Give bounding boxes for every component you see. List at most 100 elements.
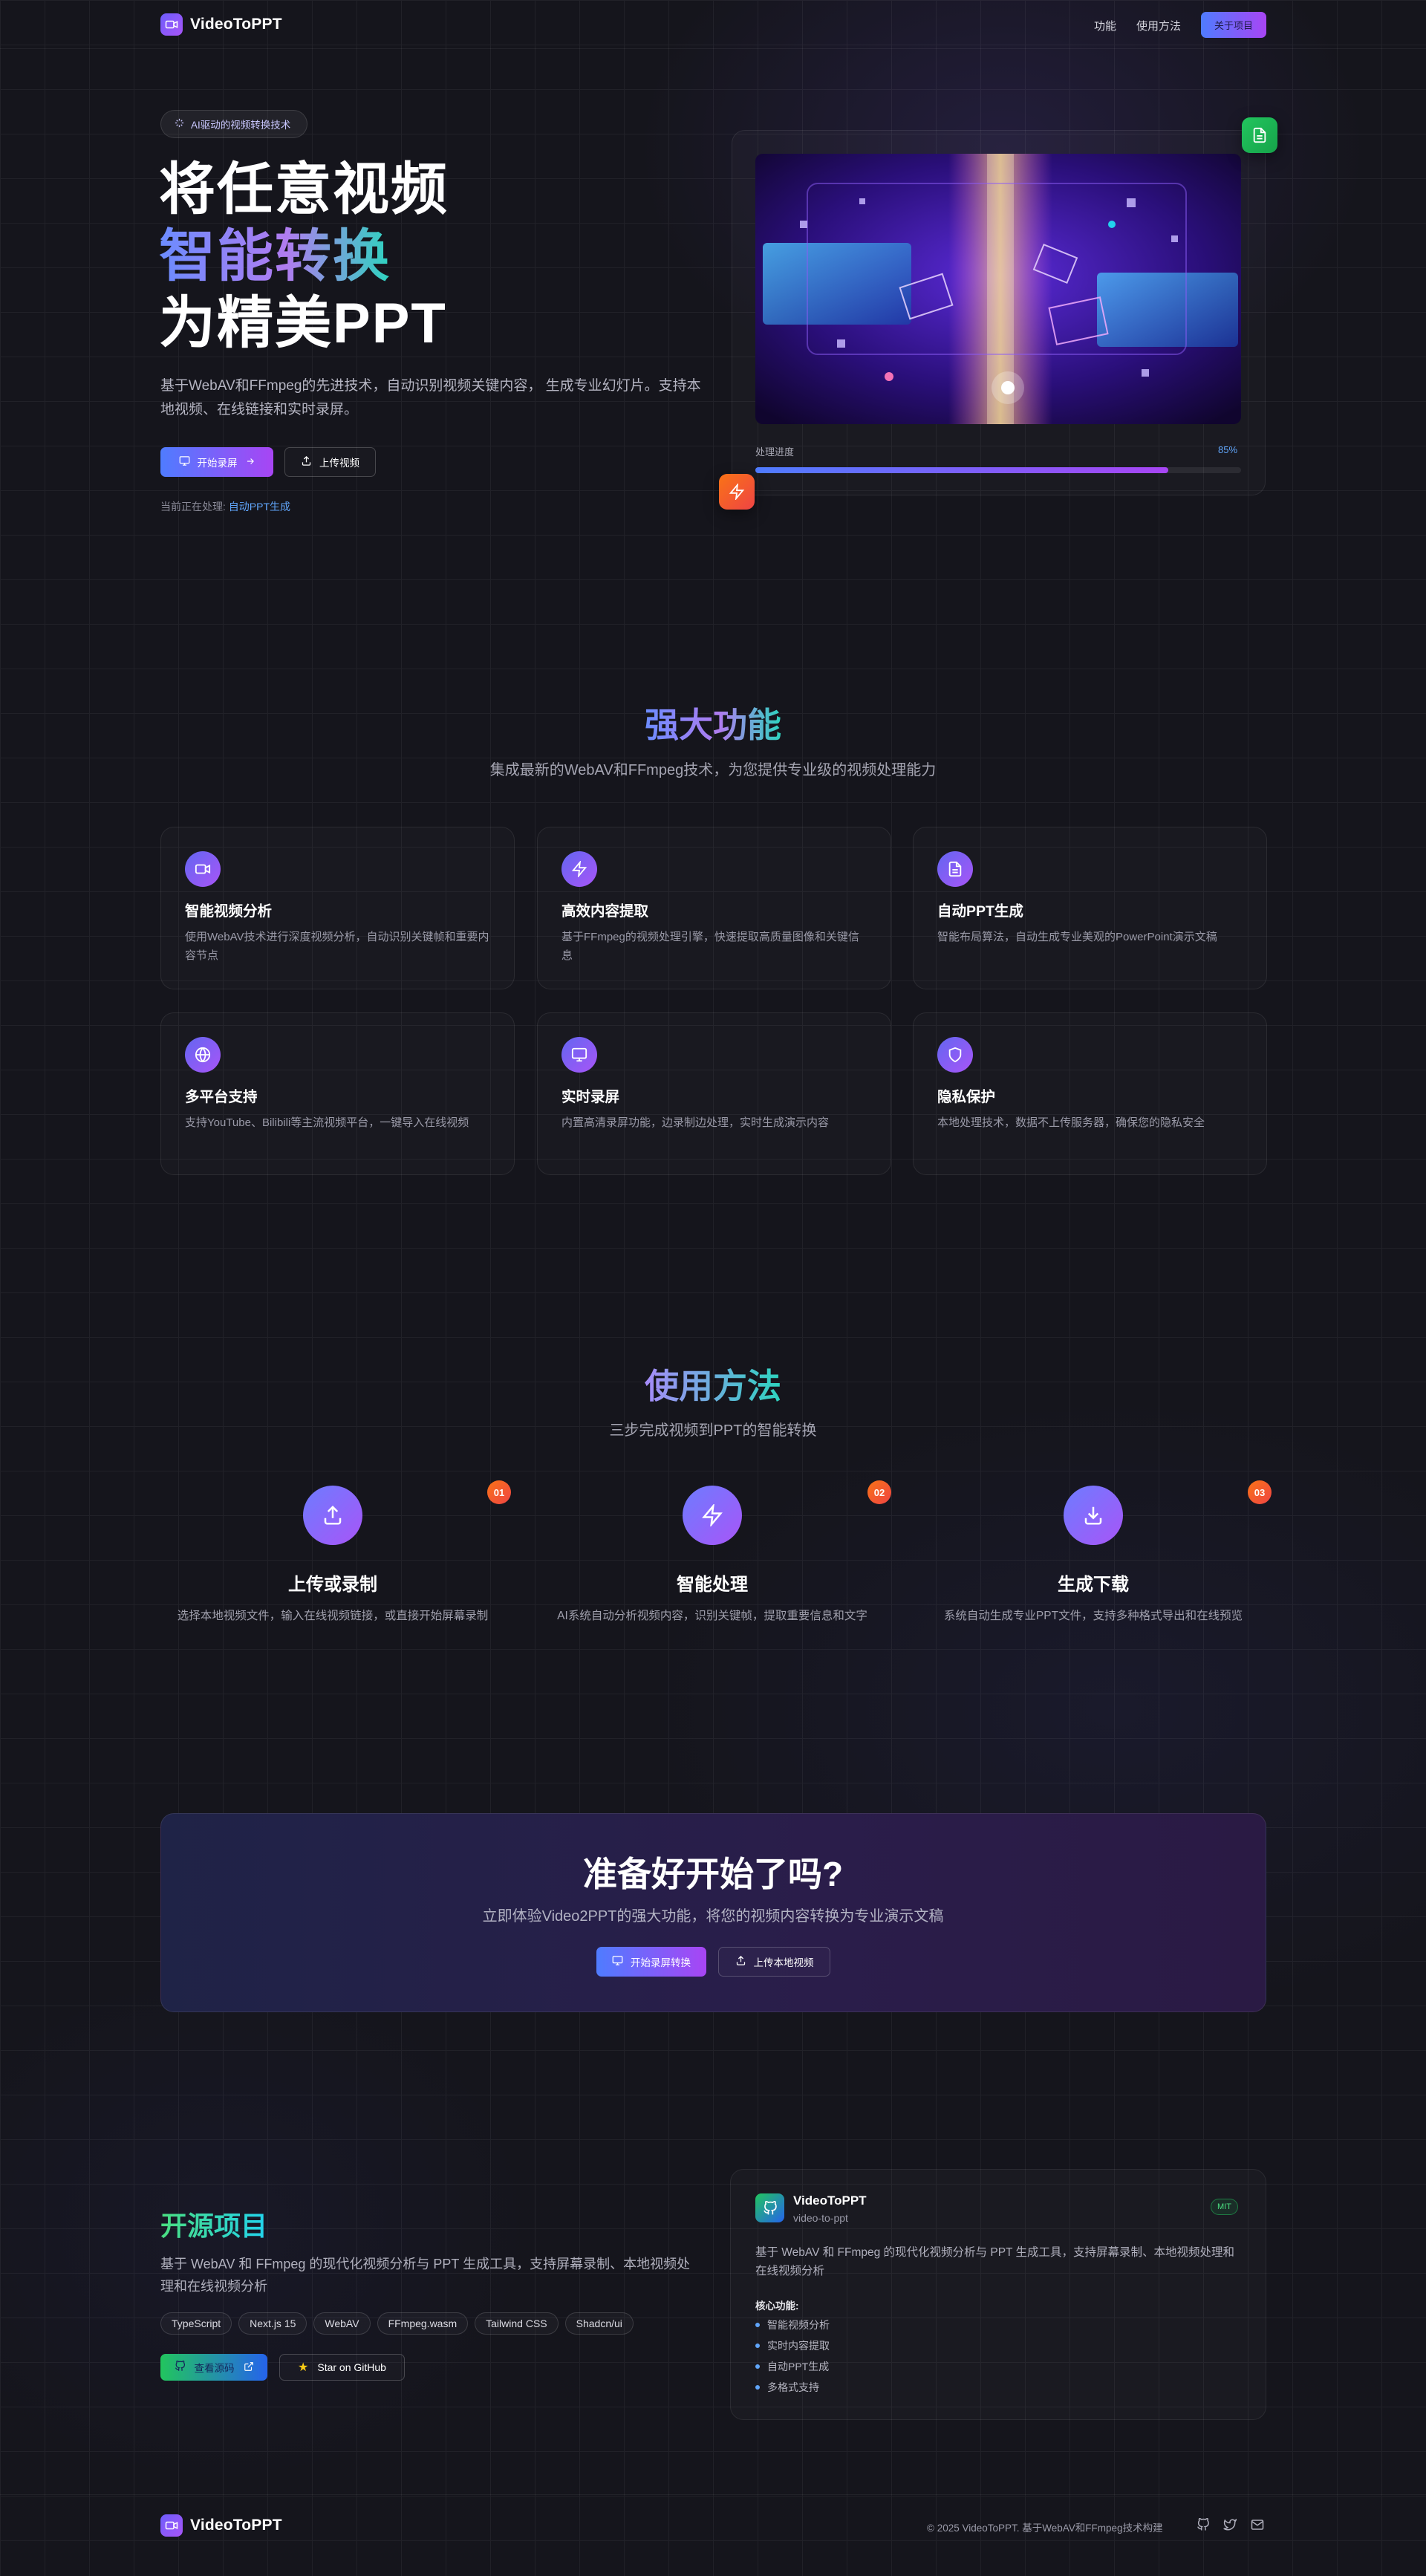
tech-tag: Next.js 15 (238, 2312, 307, 2335)
zap-icon (719, 474, 755, 510)
howto-subtitle: 三步完成视频到PPT的智能转换 (609, 1422, 817, 1439)
brand-logo[interactable]: VideoToPPT (160, 13, 282, 36)
feature-card-video-analysis: 智能视频分析 使用WebAV技术进行深度视频分析，自动识别关键帧和重要内容节点 (160, 827, 515, 989)
github-icon (755, 2193, 784, 2222)
feature-title: 高效内容提取 (561, 903, 649, 920)
progress-value: 85% (1218, 444, 1238, 455)
howto-title: 使用方法 (645, 1359, 781, 1408)
step-desc: 系统自动生成专业PPT文件，支持多种格式导出和在线预览 (943, 1610, 1243, 1622)
tech-tag: Tailwind CSS (475, 2312, 559, 2335)
shield-icon (937, 1037, 973, 1073)
list-item: 自动PPT生成 (755, 2356, 830, 2377)
external-link-icon (244, 2361, 254, 2374)
progress-bar (755, 467, 1241, 473)
preview-image (755, 154, 1241, 424)
feature-card-content-extraction: 高效内容提取 基于FFmpeg的视频处理引擎，快速提取高质量图像和关键信息 (537, 827, 891, 989)
start-recording-button[interactable]: 开始录屏 (160, 447, 273, 477)
file-text-icon (1242, 117, 1277, 153)
zap-icon (561, 851, 597, 887)
hero-badge-text: AI驱动的视频转换技术 (191, 120, 291, 131)
twitter-icon[interactable] (1223, 2518, 1237, 2535)
license-badge: MIT (1211, 2199, 1238, 2215)
monitor-icon (179, 455, 190, 469)
feature-card-privacy: 隐私保护 本地处理技术，数据不上传服务器，确保您的隐私安全 (913, 1012, 1267, 1175)
step-desc: AI系统自动分析视频内容，识别关键帧，提取重要信息和文字 (557, 1610, 867, 1622)
video-icon (160, 13, 183, 36)
progress-label: 处理进度 (755, 446, 795, 458)
hero-badge: AI驱动的视频转换技术 (160, 110, 307, 138)
features-subtitle: 集成最新的WebAV和FFmpeg技术，为您提供专业级的视频处理能力 (489, 762, 937, 778)
feature-card-screen-recording: 实时录屏 内置高清录屏功能，边录制边处理，实时生成演示内容 (537, 1012, 891, 1175)
tech-tag: WebAV (313, 2312, 371, 2335)
tech-tag: FFmpeg.wasm (377, 2312, 469, 2335)
progress-bar-fill (755, 467, 1168, 473)
step-title: 智能处理 (677, 1575, 748, 1595)
upload-icon (301, 455, 312, 469)
star-icon: ★ (298, 2361, 309, 2374)
hero-description: 基于WebAV和FFmpeg的先进技术，自动识别视频关键内容， 生成专业幻灯片。… (160, 378, 701, 417)
features-title: 强大功能 (645, 698, 781, 747)
monitor-icon (561, 1037, 597, 1073)
top-navbar: VideoToPPT 功能 使用方法 关于项目 (0, 0, 1426, 49)
tech-tag: TypeScript (160, 2312, 232, 2335)
repo-name[interactable]: VideoToPPT (793, 2193, 867, 2208)
repo-slug: video-to-ppt (793, 2212, 848, 2224)
footer-logo[interactable]: VideoToPPT (160, 2514, 282, 2537)
list-item: 实时内容提取 (755, 2335, 830, 2356)
feature-card-multi-platform: 多平台支持 支持YouTube、Bilibili等主流视频平台，一键导入在线视频 (160, 1012, 515, 1175)
mail-icon[interactable] (1251, 2518, 1264, 2535)
processing-status: 当前正在处理: 自动PPT生成 (160, 501, 291, 513)
zap-icon (683, 1486, 742, 1545)
repo-feature-list: 智能视频分析 实时内容提取 自动PPT生成 多格式支持 (755, 2315, 830, 2398)
footer-copyright: © 2025 VideoToPPT. 基于WebAV和FFmpeg技术构建 (927, 2523, 1163, 2534)
arrow-right-icon (245, 456, 255, 469)
tech-tag: Shadcn/ui (564, 2312, 634, 2335)
step-title: 生成下载 (1058, 1575, 1129, 1595)
about-button[interactable]: 关于项目 (1201, 12, 1266, 38)
feature-card-ppt-generation: 自动PPT生成 智能布局算法，自动生成专业美观的PowerPoint演示文稿 (913, 827, 1267, 989)
upload-local-video-button[interactable]: 上传本地视频 (718, 1947, 830, 1977)
github-icon[interactable] (1197, 2517, 1210, 2535)
cta-title: 准备好开始了吗? (582, 1855, 844, 1893)
view-source-button[interactable]: 查看源码 (160, 2354, 267, 2381)
opensource-title: 开源项目 (160, 2205, 267, 2243)
feature-title: 自动PPT生成 (937, 903, 1023, 920)
video-icon (185, 851, 221, 887)
processing-status-value: 自动PPT生成 (228, 501, 291, 513)
list-item: 智能视频分析 (755, 2315, 830, 2335)
globe-icon (185, 1037, 221, 1073)
video-icon (160, 2514, 183, 2537)
nav-link-howto[interactable]: 使用方法 (1136, 18, 1181, 33)
nav-link-features[interactable]: 功能 (1094, 18, 1116, 33)
step-number-badge: 01 (487, 1480, 511, 1504)
feature-title: 实时录屏 (561, 1089, 620, 1105)
feature-desc: 使用WebAV技术进行深度视频分析，自动识别关键帧和重要内容节点 (185, 931, 489, 962)
feature-desc: 智能布局算法，自动生成专业美观的PowerPoint演示文稿 (937, 931, 1217, 943)
hero-title-line2: 智能转换 (159, 225, 391, 288)
feature-desc: 内置高清录屏功能，边录制边处理，实时生成演示内容 (561, 1116, 830, 1129)
feature-desc: 基于FFmpeg的视频处理引擎，快速提取高质量图像和关键信息 (561, 931, 859, 962)
hero-title-line1: 将任意视频 (159, 158, 449, 221)
step-number-badge: 03 (1248, 1480, 1272, 1504)
star-github-button[interactable]: ★ Star on GitHub (279, 2354, 405, 2381)
brand-name: VideoToPPT (190, 16, 282, 33)
upload-icon (303, 1486, 362, 1545)
cta-subtitle: 立即体验Video2PPT的强大功能，将您的视频内容转换为专业演示文稿 (482, 1908, 944, 1925)
step-desc: 选择本地视频文件，输入在线视频链接，或直接开始屏幕录制 (177, 1610, 489, 1622)
monitor-icon (612, 1955, 623, 1968)
feature-title: 隐私保护 (937, 1089, 996, 1105)
github-icon (175, 2360, 186, 2374)
tech-tags: TypeScript Next.js 15 WebAV FFmpeg.wasm … (160, 2312, 634, 2335)
feature-title: 智能视频分析 (185, 903, 273, 920)
upload-video-button[interactable]: 上传视频 (284, 447, 376, 477)
file-icon (937, 851, 973, 887)
feature-desc: 支持YouTube、Bilibili等主流视频平台，一键导入在线视频 (185, 1116, 469, 1129)
list-item: 多格式支持 (755, 2377, 830, 2398)
step-number-badge: 02 (867, 1480, 891, 1504)
repo-features-title: 核心功能: (755, 2300, 799, 2312)
start-screen-convert-button[interactable]: 开始录屏转换 (596, 1947, 706, 1977)
download-icon (1064, 1486, 1123, 1545)
hero-title-line3: 为精美PPT (159, 292, 447, 355)
upload-icon (735, 1955, 746, 1968)
opensource-description: 基于 WebAV 和 FFmpeg 的现代化视频分析与 PPT 生成工具，支持屏… (160, 2257, 691, 2294)
